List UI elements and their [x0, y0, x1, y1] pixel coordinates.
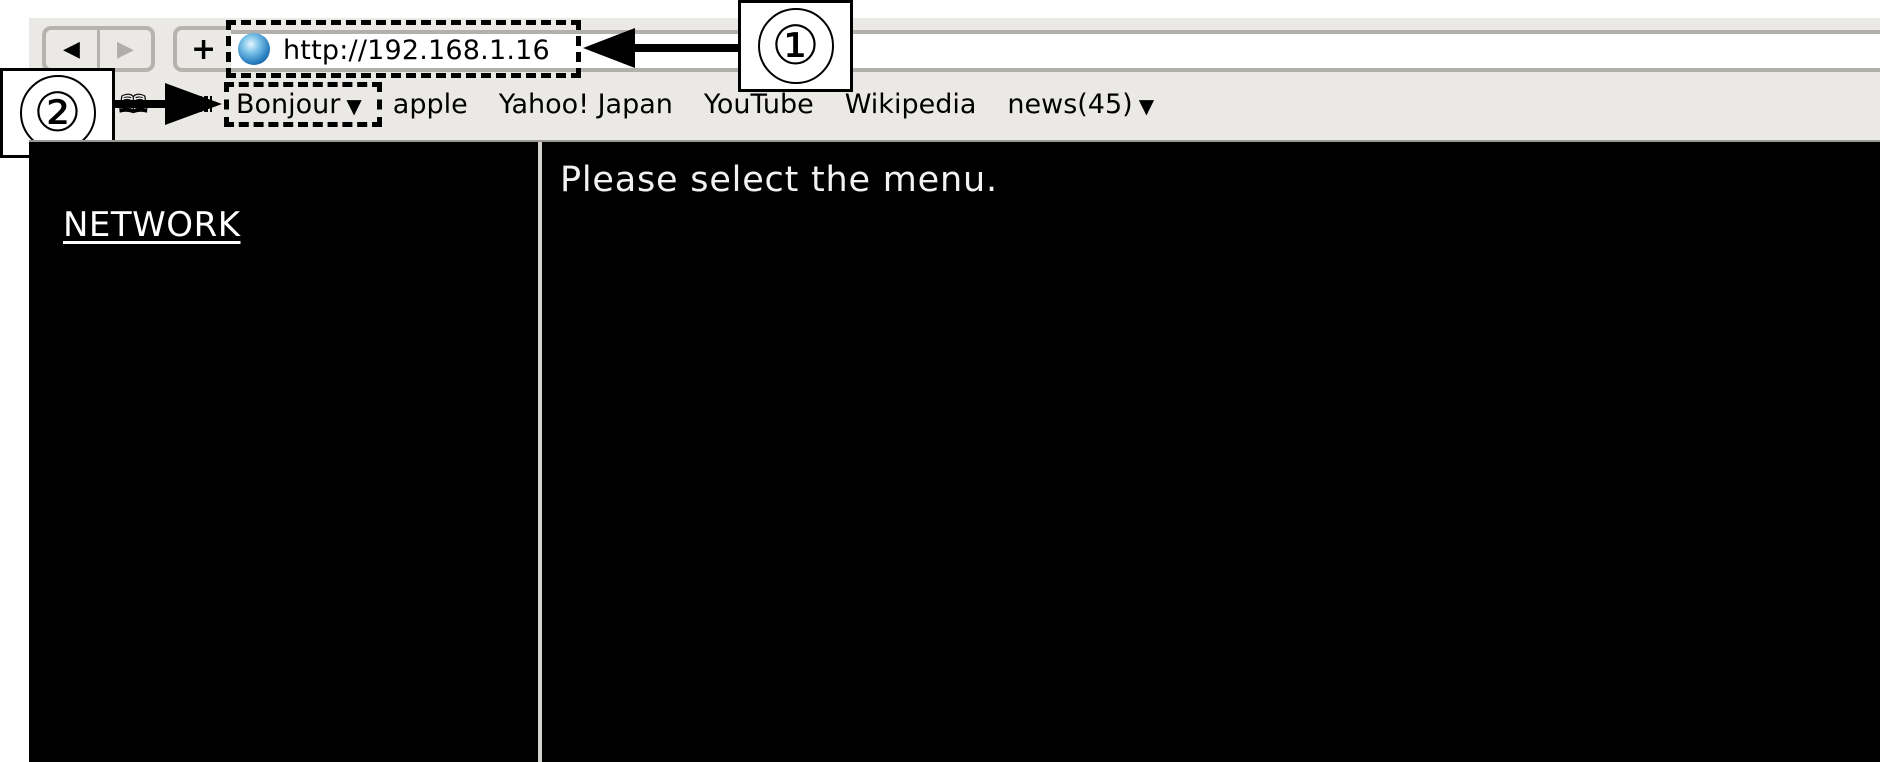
nav-button-group: ◀ ▶ — [42, 26, 155, 72]
main-message: Please select the menu. — [560, 160, 998, 200]
bookmark-wikipedia[interactable]: Wikipedia — [845, 89, 977, 120]
sidebar-item-network[interactable]: NETWORK — [63, 205, 240, 245]
callout-2-arrowhead — [165, 83, 222, 125]
plus-icon: + — [191, 31, 217, 67]
bookmark-apple[interactable]: apple — [393, 89, 468, 120]
forward-button[interactable]: ▶ — [100, 30, 151, 68]
bookmark-youtube[interactable]: YouTube — [704, 89, 814, 120]
back-button[interactable]: ◀ — [46, 30, 100, 68]
back-arrow-icon: ◀ — [63, 36, 80, 62]
bookmark-news[interactable]: news(45) ▼ — [1007, 89, 1154, 120]
bonjour-highlight-box — [224, 82, 382, 127]
forward-arrow-icon: ▶ — [117, 36, 134, 62]
callout-1-number: ① — [757, 8, 834, 84]
chevron-down-icon: ▼ — [1138, 93, 1155, 118]
callout-1: ① — [738, 0, 853, 92]
callout-1-arrow-line — [630, 44, 740, 52]
frame-divider[interactable] — [538, 142, 542, 762]
address-highlight-box — [226, 20, 581, 78]
bookmark-yahoo-japan[interactable]: Yahoo! Japan — [499, 89, 673, 120]
add-bookmark-button[interactable]: + — [173, 26, 231, 72]
callout-1-arrowhead — [583, 28, 635, 68]
